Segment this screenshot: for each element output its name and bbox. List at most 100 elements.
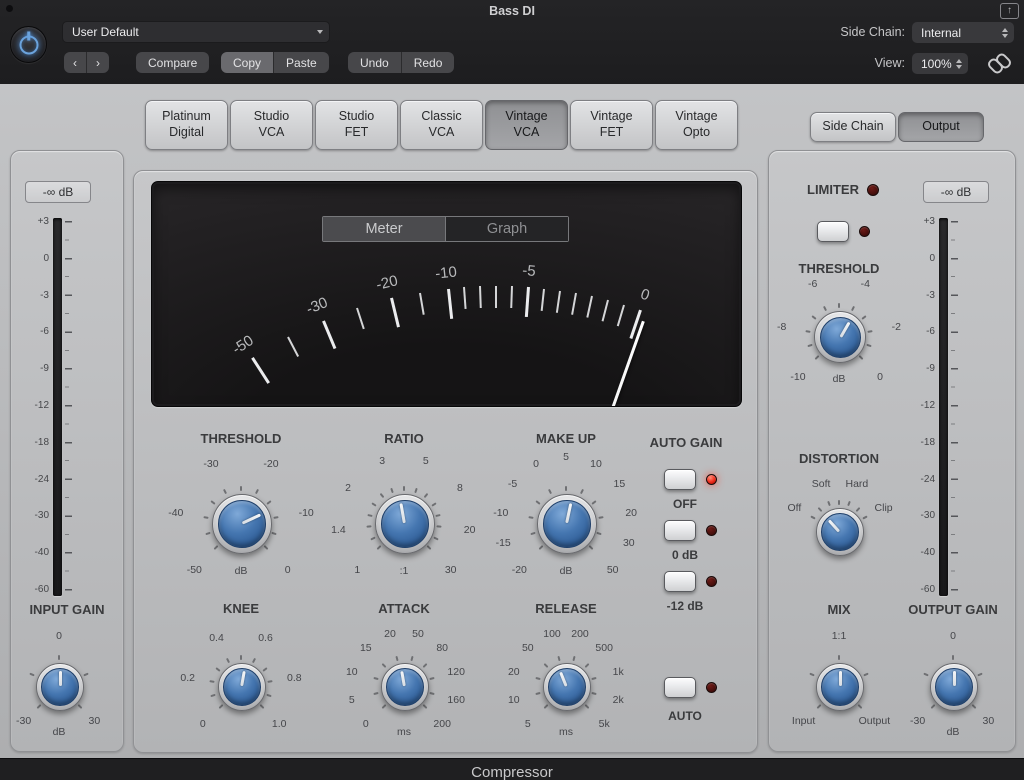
knob-tick [263,545,268,550]
vu-tick [525,287,530,317]
knob-scale-label: 200 [433,718,451,730]
auto-release-button[interactable] [664,677,696,698]
knob-scale-label: 10 [590,458,602,470]
view-zoom-dropdown[interactable]: 100% [912,53,968,74]
model-studio-fet[interactable]: Studio FET [315,100,398,150]
track-title: Bass DI [0,4,1024,18]
knob-scale-label: 30 [983,715,995,727]
model-vintage-opto[interactable]: Vintage Opto [655,100,738,150]
previous-preset-button[interactable]: ‹ [64,52,86,73]
auto-gain-12db-button[interactable] [664,571,696,592]
knob-tick [588,545,593,550]
auto-gain-off-row [664,469,717,490]
output-view-button[interactable]: Output [898,112,984,142]
output-panel: LIMITER -∞ dB +3 0 -3 -6 -9 -12 -18 -24 … [768,150,1016,752]
model-vintage-fet[interactable]: Vintage FET [570,100,653,150]
knob-scale-label: 15 [614,478,626,490]
vu-tick [419,292,425,314]
knob-scale-label: 2 [345,482,351,494]
knob-pointer [839,671,842,686]
model-studio-vca[interactable]: Studio VCA [230,100,313,150]
knob-tick [211,693,216,696]
knob-tick [823,306,827,311]
knob-tick [435,514,440,517]
plugin-body: Platinum Digital Studio VCA Studio FET C… [0,84,1024,758]
knob-tick [210,500,215,505]
power-icon [19,35,38,54]
knob-scale-label: -30 [203,458,218,470]
tab-graph[interactable]: Graph [445,217,568,241]
model-label: Vintage [590,109,632,125]
knob-pointer [241,671,247,687]
link-window-icon[interactable]: ↑ [1000,3,1019,19]
ratio-knob-dial[interactable] [375,494,435,554]
input-level-meter: +3 0 -3 -6 -9 -12 -18 -24 -30 -40 -60 [23,217,72,596]
knob-tick [806,330,811,333]
undo-button[interactable]: Undo [348,52,401,73]
knob-scale-label: -10 [790,371,805,383]
knob-tick [410,655,413,660]
link-icon[interactable] [990,53,1010,72]
input-gain-knob-dial[interactable] [36,663,84,711]
knob-cap [543,500,591,548]
knob-tick [423,493,428,498]
knob-scale-label: 5 [423,455,429,467]
attack-knob-dial[interactable] [381,663,429,711]
auto-gain-0db-led [706,525,717,536]
side-chain-dropdown[interactable]: Internal [912,22,1014,43]
vu-tick [356,308,365,330]
output-gain-knob-dial[interactable] [930,663,978,711]
auto-gain-off-button[interactable] [664,469,696,490]
auto-gain-12db-led [706,576,717,587]
knob-scale-label: 20 [625,507,637,519]
vu-scale-label: -30 [304,294,331,318]
compare-button[interactable]: Compare [136,52,209,73]
paste-button[interactable]: Paste [273,52,329,73]
threshold-knob-dial[interactable] [212,494,272,554]
next-preset-button[interactable]: › [86,52,109,73]
knob-tick [215,667,220,672]
copy-button[interactable]: Copy [221,52,273,73]
redo-button[interactable]: Redo [401,52,455,73]
model-classic-vca[interactable]: Classic VCA [400,100,483,150]
tab-label: Graph [487,221,527,237]
bypass-power-button[interactable] [10,26,47,63]
plugin-name: Compressor [471,764,553,780]
meter-display: -50-30-20-10-50 Meter Graph [151,181,742,407]
limiter-button[interactable] [817,221,849,242]
knob-tick [923,673,928,677]
knob-tick [861,316,866,321]
knob-scale-label: 1:1 [832,630,847,642]
knob-tick [83,673,88,677]
make-up-knob-dial[interactable] [537,494,597,554]
knob-scale-label: -30 [16,715,31,727]
vu-scale-label: -50 [230,331,257,357]
limiter-header: LIMITER [807,182,879,197]
auto-gain-0db-button[interactable] [664,520,696,541]
knob-cap [41,668,79,706]
knob-pointer [953,671,956,686]
model-label: Opto [683,125,710,141]
tab-meter[interactable]: Meter [323,217,445,241]
knee-knob-dial[interactable] [218,663,266,711]
knob-tick [391,487,395,492]
knob-tick [811,516,816,520]
knob-pointer [400,504,406,524]
release-knob-dial[interactable] [543,663,591,711]
meter-scale-label: -24 [909,475,935,485]
limiter-threshold-knob-dial[interactable] [814,311,866,363]
knob-tick [827,501,831,506]
knob-scale-label: 0.4 [209,632,224,644]
knob-tick [580,489,584,494]
knob-tick [226,658,230,663]
mix-knob-dial[interactable] [816,663,864,711]
knob-scale-label: 10 [346,666,358,678]
side-chain-view-button[interactable]: Side Chain [810,112,896,142]
model-platinum-digital[interactable]: Platinum Digital [145,100,228,150]
distortion-knob-dial[interactable] [816,508,864,556]
auto-gain-off-label: OFF [645,497,725,511]
preset-dropdown[interactable]: User Default [62,21,330,43]
model-vintage-vca[interactable]: Vintage VCA [485,100,568,150]
knob-tick [267,680,272,683]
vu-tick [556,290,561,312]
